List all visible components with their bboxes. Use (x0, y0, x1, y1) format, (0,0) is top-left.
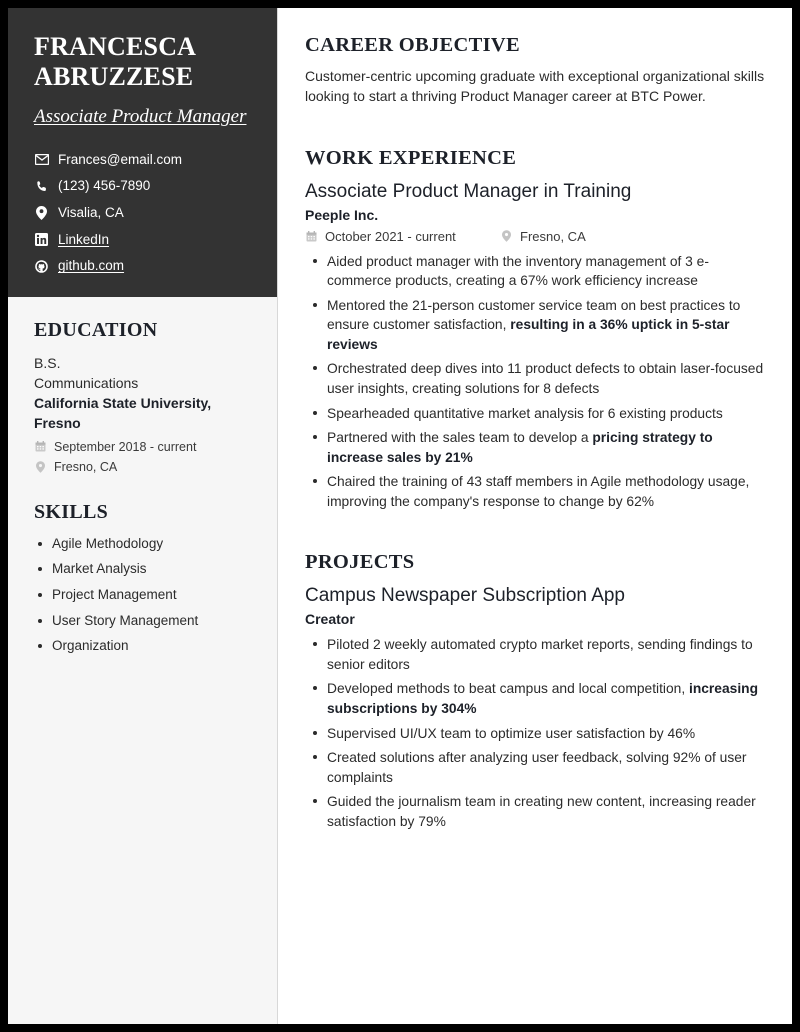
contact-label: (123) 456-7890 (58, 178, 151, 194)
education-date-row: September 2018 - current (34, 440, 251, 454)
education-location-row: Fresno, CA (34, 460, 251, 474)
list-item: Supervised UI/UX team to optimize user s… (305, 724, 770, 744)
list-item: Organization (34, 637, 251, 655)
location-pin-icon (34, 461, 46, 473)
work-entry-title: Associate Product Manager in Training (305, 180, 632, 202)
sidebar: FRANCESCA ABRUZZESE Associate Product Ma… (8, 8, 278, 1024)
skills-list: Agile Methodology Market Analysis Projec… (34, 535, 251, 655)
github-icon (34, 260, 49, 273)
education-degree-line1: B.S. (34, 354, 61, 371)
education-date: September 2018 - current (54, 439, 197, 454)
linkedin-icon (34, 233, 49, 247)
work-experience-section: WORK EXPERIENCE Associate Product Manage… (305, 147, 770, 512)
list-item: Orchestrated deep dives into 11 product … (305, 359, 770, 398)
project-entry-role: Creator (305, 611, 355, 628)
skills-heading: SKILLS (34, 500, 109, 523)
list-item: Piloted 2 weekly automated crypto market… (305, 635, 770, 674)
projects-heading: PROJECTS (305, 551, 415, 574)
contact-item-phone: (123) 456-7890 (34, 178, 251, 194)
career-objective-section: CAREER OBJECTIVE Customer-centric upcomi… (305, 34, 770, 107)
list-item: Chaired the training of 43 staff members… (305, 472, 770, 511)
contact-item-email: Frances@email.com (34, 152, 251, 168)
list-item: Created solutions after analyzing user f… (305, 748, 770, 787)
contact-item-location: Visalia, CA (34, 205, 251, 221)
education-school: California State University, Fresno (34, 395, 212, 432)
candidate-job-title: Associate Product Manager (34, 106, 247, 128)
location-pin-icon (34, 206, 49, 221)
contact-label[interactable]: github.com (58, 258, 124, 274)
work-date-row: October 2021 - current (305, 229, 500, 244)
calendar-icon (305, 230, 317, 242)
contact-item-linkedin[interactable]: LinkedIn (34, 232, 251, 248)
contact-list: Frances@email.com (123) 456-7890 Visalia… (34, 152, 251, 275)
list-item: Guided the journalism team in creating n… (305, 792, 770, 831)
work-location: Fresno, CA (520, 228, 586, 244)
education-section: EDUCATION B.S. Communications California… (34, 319, 251, 474)
education-degree-line2: Communications (34, 374, 139, 391)
projects-section: PROJECTS Campus Newspaper Subscription A… (305, 551, 770, 831)
contact-label: Frances@email.com (58, 151, 182, 167)
contact-item-github[interactable]: github.com (34, 258, 251, 274)
list-item: Developed methods to beat campus and loc… (305, 679, 770, 718)
education-heading: EDUCATION (34, 318, 158, 341)
list-item: Aided product manager with the inventory… (305, 252, 770, 291)
project-entry-title: Campus Newspaper Subscription App (305, 585, 626, 607)
list-item: Spearheaded quantitative market analysis… (305, 404, 770, 424)
contact-label: Visalia, CA (58, 205, 124, 220)
skills-section: SKILLS Agile Methodology Market Analysis… (34, 501, 251, 655)
envelope-icon (34, 154, 49, 166)
work-date: October 2021 - current (325, 228, 456, 244)
work-location-row: Fresno, CA (500, 229, 586, 244)
education-location: Fresno, CA (54, 459, 118, 474)
resume-page: FRANCESCA ABRUZZESE Associate Product Ma… (8, 8, 792, 1024)
main-content: CAREER OBJECTIVE Customer-centric upcomi… (278, 8, 792, 1024)
career-objective-heading: CAREER OBJECTIVE (305, 34, 520, 56)
calendar-icon (34, 441, 46, 452)
career-objective-text: Customer-centric upcoming graduate with … (305, 68, 765, 104)
list-item: User Story Management (34, 612, 251, 630)
contact-label[interactable]: LinkedIn (58, 232, 109, 248)
location-pin-icon (500, 230, 512, 242)
sidebar-body: EDUCATION B.S. Communications California… (8, 297, 277, 655)
list-item: Mentored the 21-person customer service … (305, 296, 770, 355)
sidebar-header: FRANCESCA ABRUZZESE Associate Product Ma… (8, 8, 277, 297)
work-bullet-list: Aided product manager with the inventory… (305, 252, 770, 512)
list-item: Market Analysis (34, 560, 251, 578)
candidate-name: FRANCESCA ABRUZZESE (34, 32, 195, 92)
work-entry-meta: October 2021 - current Fresno, CA (305, 229, 770, 244)
list-item: Project Management (34, 586, 251, 604)
list-item: Partnered with the sales team to develop… (305, 428, 770, 467)
list-item: Agile Methodology (34, 535, 251, 553)
work-experience-heading: WORK EXPERIENCE (305, 146, 517, 169)
work-entry-company: Peeple Inc. (305, 206, 379, 223)
phone-icon (34, 180, 49, 193)
project-bullet-list: Piloted 2 weekly automated crypto market… (305, 635, 770, 831)
